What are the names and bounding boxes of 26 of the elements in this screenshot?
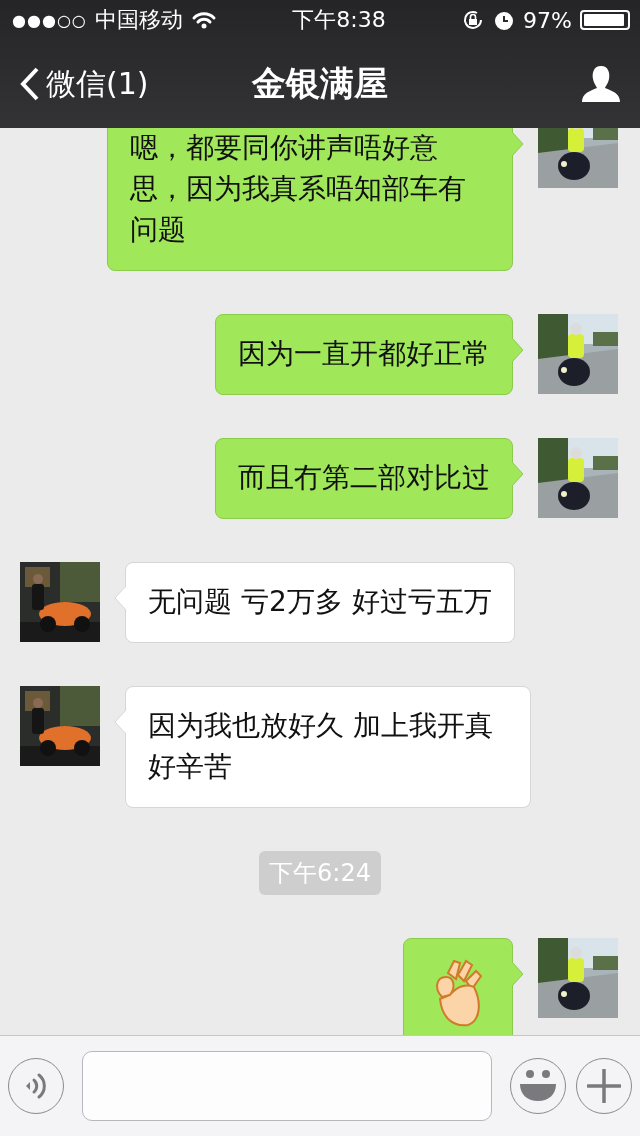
back-button[interactable]: 微信(1) [20,63,149,105]
bubble-tail [114,710,126,734]
plus-icon [587,1069,621,1103]
sound-waves-icon [24,1071,48,1101]
message-bubble: 无问题 亏2万多 好过亏五万 [125,562,515,643]
message-bubble: 因为我也放好久 加上我开真好辛苦 [125,686,531,808]
wifi-icon [190,10,217,30]
bubble-tail [114,586,126,610]
bubble-tail [512,462,524,486]
chat-title: 金银满屋 [252,63,388,103]
bubble-tail [512,338,524,362]
battery-percent: 97% [523,7,572,33]
signal-dots: ●●●○○ [12,10,87,30]
battery-icon [580,10,630,30]
message-bubble: 因为一直开都好正常 [215,314,513,395]
carrier-name: 中国移动 [94,6,183,34]
bubble-tail [512,132,524,156]
clock-time: 下午8:38 [292,6,386,34]
contact-button[interactable] [582,66,620,102]
person-icon [582,66,620,102]
smiley-icon [518,1069,558,1103]
message-bubble: 而且冇第二部对比过 [215,438,513,519]
chevron-left-icon [20,67,40,101]
message-bubble: 嗯，都要同你讲声唔好意思，因为我真系唔知部车有问题 [107,128,513,271]
alarm-icon [493,9,516,31]
message-input[interactable] [82,1051,492,1121]
